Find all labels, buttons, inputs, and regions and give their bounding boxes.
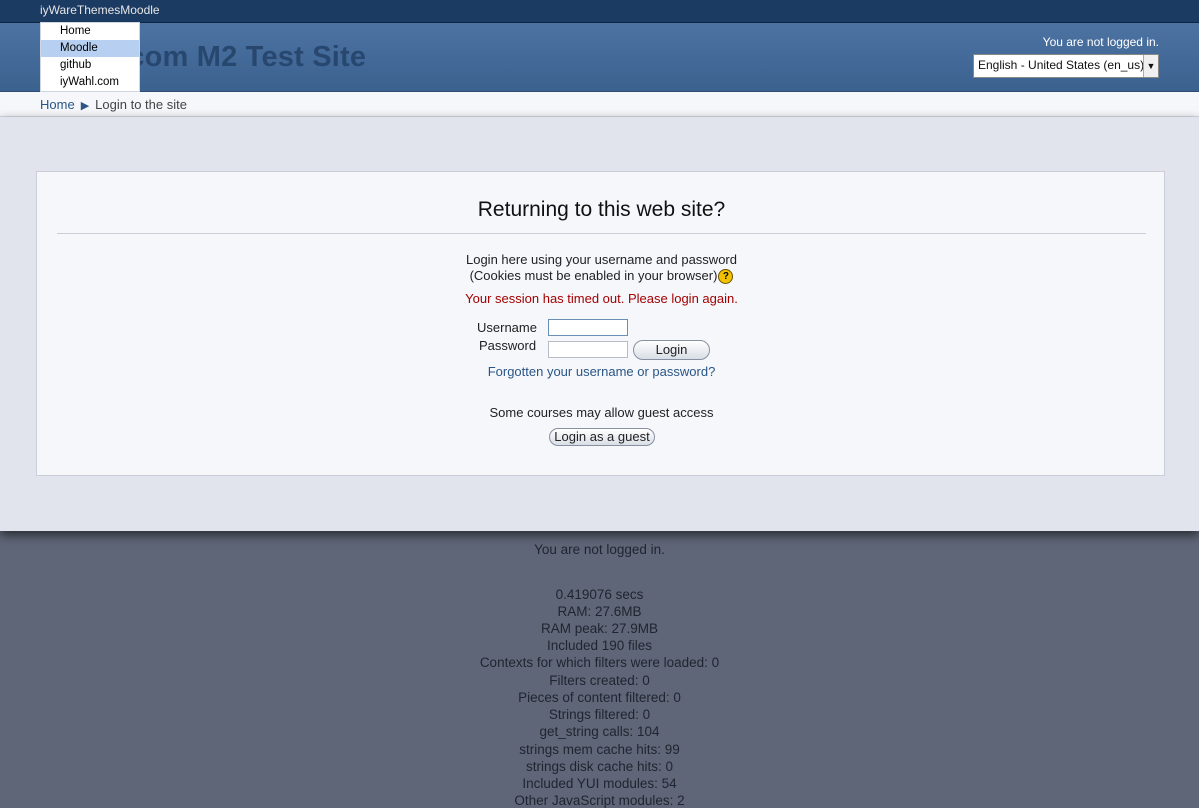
breadcrumb-current: Login to the site xyxy=(95,97,187,112)
footer-login-status: You are not logged in. xyxy=(534,542,665,557)
footer-perf-line: Included YUI modules: 54 xyxy=(522,776,677,791)
guest-access-note: Some courses may allow guest access xyxy=(489,405,714,420)
cookies-note: (Cookies must be enabled in your browser… xyxy=(37,268,1166,285)
footer-perf-line: Other JavaScript modules: 2 xyxy=(514,793,685,808)
username-label: Username xyxy=(477,320,537,335)
footer-perf-line: Contexts for which filters were loaded: … xyxy=(479,655,720,670)
login-panel: Returning to this web site? Login here u… xyxy=(36,171,1165,476)
login-heading: Returning to this web site? xyxy=(57,198,1146,234)
menu-item-home[interactable]: Home xyxy=(41,23,139,40)
menu-item-moodle[interactable]: Moodle xyxy=(41,40,139,57)
footer-perf-line: RAM peak: 27.9MB xyxy=(540,621,659,636)
site-name[interactable]: .com M2 Test Site xyxy=(120,41,366,74)
footer-perf-line: get_string calls: 104 xyxy=(539,724,660,739)
chevron-down-icon[interactable]: ▼ xyxy=(1143,55,1158,77)
custom-menu-dropdown: Home Moodle github iyWahl.com xyxy=(40,22,140,92)
footer-perf-line: Filters created: 0 xyxy=(549,673,650,688)
main-content: Returning to this web site? Login here u… xyxy=(0,117,1199,531)
password-input[interactable] xyxy=(548,341,628,358)
breadcrumb-separator-icon: ▶ xyxy=(80,100,90,112)
password-label: Password xyxy=(479,338,537,353)
username-input[interactable] xyxy=(548,319,628,336)
cookies-note-text: (Cookies must be enabled in your browser… xyxy=(469,268,718,283)
footer-perf-line: RAM: 27.6MB xyxy=(557,604,642,619)
footer-perf-line: Included 190 files xyxy=(546,638,653,653)
top-bar: iyWareThemesMoodle xyxy=(0,0,1199,23)
footer-perf-line: strings disk cache hits: 0 xyxy=(525,759,674,774)
breadcrumb-home-link[interactable]: Home xyxy=(40,97,75,112)
page-header: .com M2 Test Site You are not logged in.… xyxy=(0,23,1199,92)
footer-perf-line: Strings filtered: 0 xyxy=(548,707,651,722)
forgot-password-link[interactable]: Forgotten your username or password? xyxy=(37,364,1166,379)
language-select[interactable]: English - United States (en_us) ▼ xyxy=(973,54,1159,78)
login-status: You are not logged in. xyxy=(1042,35,1159,49)
login-instructions: Login here using your username and passw… xyxy=(465,252,737,267)
session-timeout-error: Your session has timed out. Please login… xyxy=(465,291,738,306)
footer-perf-line: 0.419076 secs xyxy=(555,587,644,602)
language-select-value: English - United States (en_us) xyxy=(978,58,1145,72)
custom-menu-title[interactable]: iyWareThemesMoodle xyxy=(40,3,160,17)
breadcrumb: Home ▶ Login to the site xyxy=(0,92,1199,117)
menu-item-github[interactable]: github xyxy=(41,57,139,74)
page-footer: You are not logged in. 0.419076 secs RAM… xyxy=(0,531,1199,808)
guest-login-button[interactable]: Login as a guest xyxy=(549,428,655,446)
login-button[interactable]: Login xyxy=(633,340,710,360)
footer-perf-line: strings mem cache hits: 99 xyxy=(519,742,680,757)
menu-item-iywahl[interactable]: iyWahl.com xyxy=(41,74,139,91)
footer-perf-line: Pieces of content filtered: 0 xyxy=(518,690,681,705)
help-icon[interactable]: ? xyxy=(718,269,734,285)
